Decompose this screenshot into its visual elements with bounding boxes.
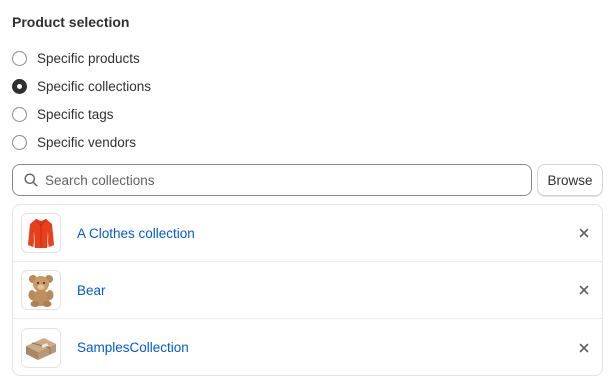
remove-button[interactable] [574,223,594,243]
collection-link[interactable]: SamplesCollection [77,340,189,355]
radio-specific-tags[interactable]: Specific tags [12,104,114,124]
remove-button[interactable] [574,338,594,358]
close-icon [579,228,589,238]
search-input[interactable] [45,172,505,188]
list-item: SamplesCollection [13,319,602,375]
search-field[interactable] [12,164,532,196]
section-title: Product selection [12,14,130,30]
selected-collections-list: A Clothes collection Bear SamplesCollect… [12,204,603,376]
close-icon [579,343,589,352]
radio-label: Specific collections [37,78,152,94]
radio-label: Specific tags [37,106,114,122]
list-item: Bear [13,262,602,319]
product-selection-card: Product selection Specific products Spec… [0,0,613,391]
teddy-bear-image [21,270,61,310]
collection-link[interactable]: Bear [77,283,106,298]
radio-button[interactable] [12,50,27,66]
radio-specific-products[interactable]: Specific products [12,48,140,68]
red-jacket-image [21,213,61,253]
package-box-image [21,327,61,368]
collection-link[interactable]: A Clothes collection [77,226,195,241]
radio-button-selected[interactable] [12,78,27,94]
radio-button[interactable] [12,106,27,122]
radio-label: Specific products [37,50,140,66]
search-icon [24,173,38,187]
browse-button[interactable]: Browse [537,164,603,196]
close-icon [579,285,589,295]
radio-label: Specific vendors [37,134,137,150]
radio-specific-collections[interactable]: Specific collections [12,76,151,96]
list-item: A Clothes collection [13,205,602,262]
radio-specific-vendors[interactable]: Specific vendors [12,132,136,152]
remove-button[interactable] [574,280,594,300]
radio-button[interactable] [12,134,27,150]
